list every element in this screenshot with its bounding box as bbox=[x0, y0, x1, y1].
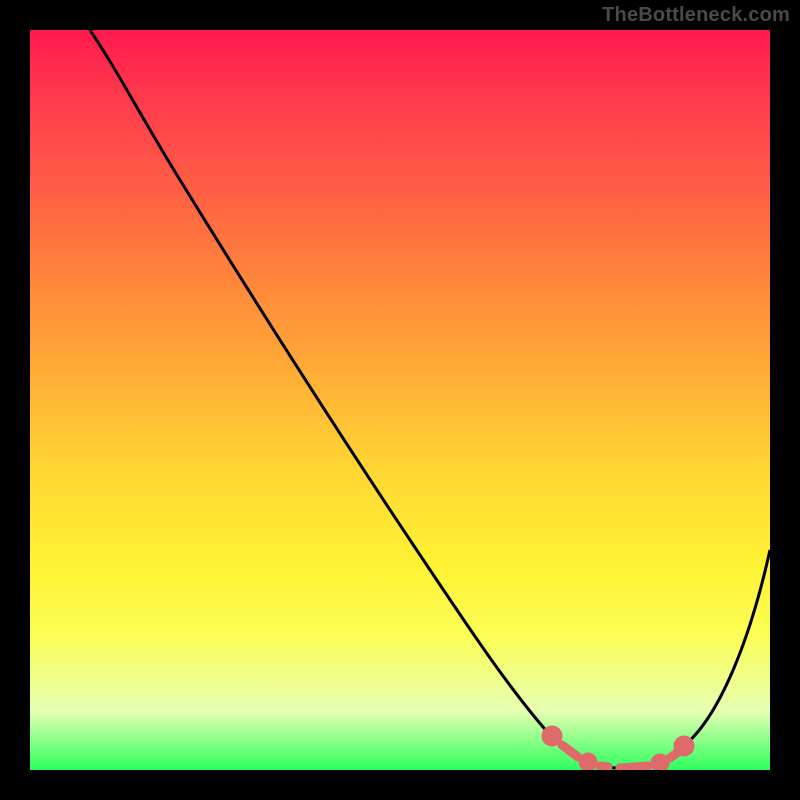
chart-plot-area bbox=[30, 30, 770, 770]
chart-frame: TheBottleneck.com bbox=[0, 0, 800, 800]
chart-svg bbox=[30, 30, 770, 770]
bottleneck-curve-line bbox=[90, 30, 770, 768]
optimal-range-markers bbox=[546, 730, 690, 768]
watermark-text: TheBottleneck.com bbox=[602, 4, 790, 27]
